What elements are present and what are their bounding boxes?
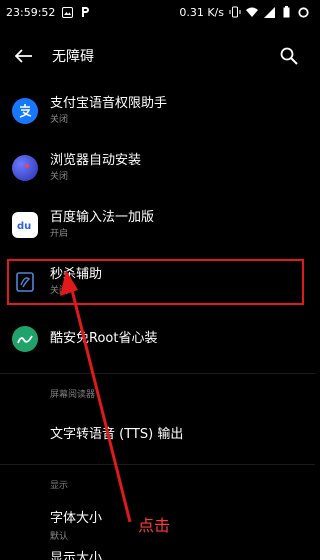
vibrate-icon (229, 6, 241, 18)
image-icon (61, 6, 73, 18)
accessibility-list: 支付宝语音权限助手 关闭 浏览器自动安装 关闭 du 百度输入法一加版 开启 秒… (0, 82, 315, 551)
list-item-baidu-ime[interactable]: du 百度输入法一加版 开启 (0, 196, 315, 253)
arrow-left-icon (15, 49, 32, 63)
svg-text:du: du (17, 221, 31, 232)
list-item-display-size[interactable]: 显示大小 (50, 547, 102, 560)
item-title: 支付宝语音权限助手 (50, 95, 168, 111)
back-button[interactable] (2, 34, 46, 78)
item-state: 开启 (50, 228, 69, 239)
item-title: 百度输入法一加版 (50, 209, 155, 225)
item-state: 关闭 (50, 114, 69, 125)
item-state: 默认 (50, 531, 69, 542)
search-button[interactable] (267, 34, 311, 78)
app-bar: 无障碍 (0, 30, 315, 82)
item-state: 关闭 (50, 171, 69, 182)
section-header-display: 显示 (50, 481, 69, 491)
alipay-icon (12, 97, 38, 124)
list-item-browser[interactable]: 浏览器自动安装 关闭 (0, 139, 315, 196)
list-item-coolapk[interactable]: 酷安免Root省心装 (0, 310, 315, 367)
ring-icon (297, 6, 309, 18)
search-icon (280, 47, 298, 65)
wifi-icon (246, 6, 258, 18)
network-speed: 0.31 K/s (179, 5, 224, 19)
click-annotation: 点击 (138, 516, 171, 535)
p-icon (79, 6, 91, 18)
baidu-ime-icon: du (12, 211, 38, 238)
list-item-alipay[interactable]: 支付宝语音权限助手 关闭 (0, 82, 315, 139)
browser-icon (12, 154, 38, 181)
item-title: 字体大小 (50, 510, 103, 526)
item-title: 文字转语音 (TTS) 输出 (50, 426, 184, 442)
coolapk-icon (12, 325, 38, 352)
page-title: 无障碍 (52, 49, 94, 65)
status-time: 23:59:52 (6, 5, 56, 19)
item-title: 酷安免Root省心装 (50, 330, 158, 346)
section-header-screen-reader: 屏幕阅读器 (50, 390, 96, 400)
highlight-box (7, 259, 304, 305)
battery-icon (280, 6, 292, 18)
signal-icon (263, 6, 275, 18)
item-title: 浏览器自动安装 (50, 152, 142, 168)
status-bar: 23:59:52 0.31 K/s (0, 0, 315, 24)
list-item-tts[interactable]: 文字转语音 (TTS) 输出 (0, 406, 315, 458)
